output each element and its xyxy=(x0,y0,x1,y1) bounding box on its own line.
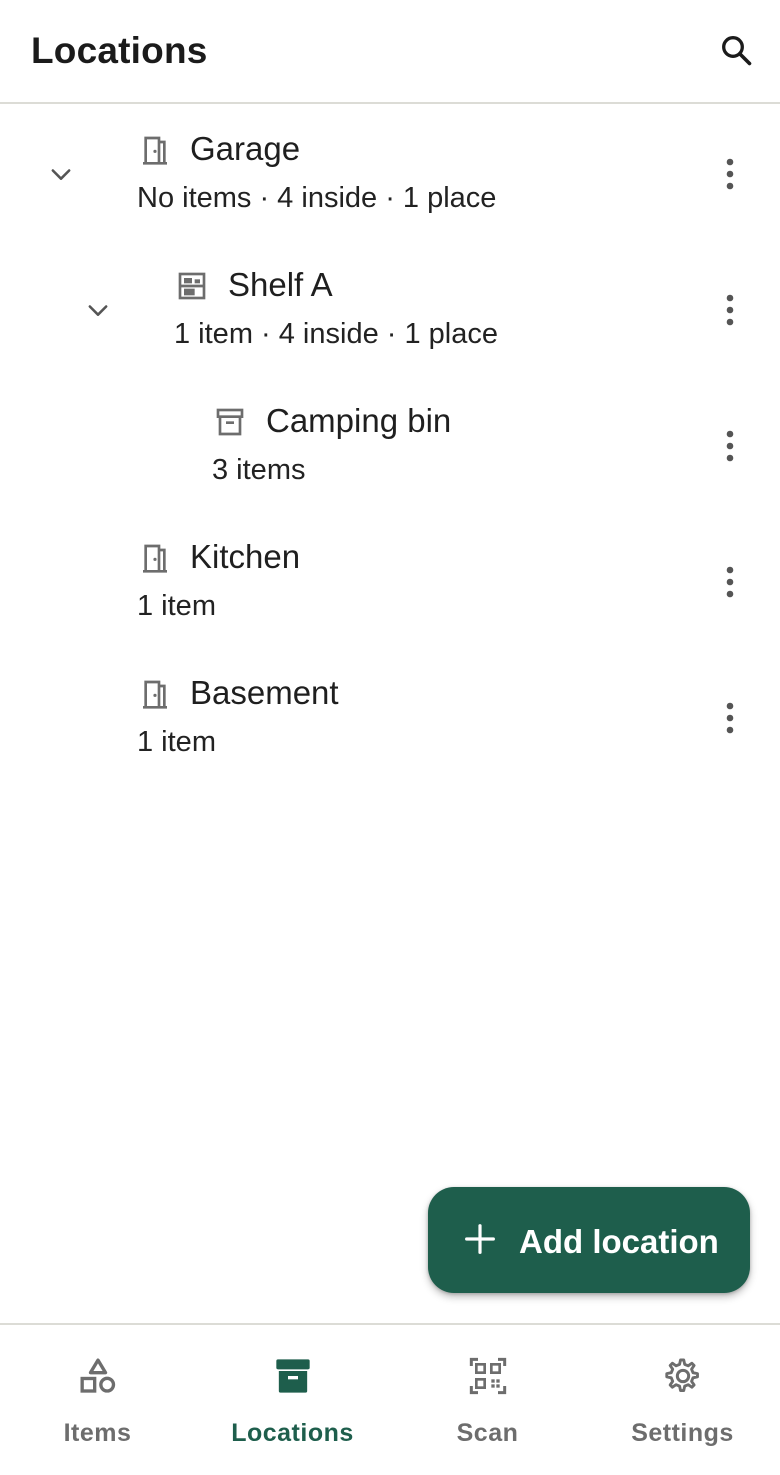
plus-icon xyxy=(465,1224,495,1254)
nav-label: Settings xyxy=(631,1419,734,1447)
search-button[interactable] xyxy=(714,28,758,72)
location-meta: 1 item · 4 inside · 1 place xyxy=(174,318,498,350)
more-vert-icon xyxy=(726,702,734,734)
location-meta: 1 item xyxy=(137,590,216,622)
top-app-bar: Locations xyxy=(0,0,780,104)
more-vert-icon xyxy=(726,430,734,462)
archive-box-icon xyxy=(213,405,247,439)
location-meta: No items · 4 inside · 1 place xyxy=(137,182,497,214)
shapes-icon xyxy=(77,1355,119,1397)
door-building-icon xyxy=(138,541,172,575)
location-name: Camping bin xyxy=(266,402,452,439)
gear-icon xyxy=(662,1355,704,1397)
nav-tab-items[interactable]: Items xyxy=(0,1325,195,1475)
nav-label: Scan xyxy=(456,1419,519,1447)
bottom-navigation: Items Locations Scan Settings xyxy=(0,1323,780,1475)
door-building-icon xyxy=(138,677,172,711)
nav-label: Locations xyxy=(231,1419,354,1447)
add-location-button[interactable]: Add location xyxy=(428,1187,750,1293)
locations-screen: Locations Garage No items · 4 inside · 1… xyxy=(0,0,780,1475)
location-meta: 1 item xyxy=(137,726,216,758)
collapse-shelf-a-button[interactable] xyxy=(78,290,118,330)
search-icon xyxy=(722,36,752,66)
location-meta: 3 items xyxy=(212,454,306,486)
tree-row-basement[interactable]: Basement 1 item xyxy=(0,650,780,786)
tree-row-garage[interactable]: Garage No items · 4 inside · 1 place xyxy=(0,106,780,242)
more-options-button[interactable] xyxy=(710,149,750,199)
more-options-button[interactable] xyxy=(710,421,750,471)
collapse-garage-button[interactable] xyxy=(41,154,81,194)
chevron-down-icon xyxy=(88,305,108,316)
more-vert-icon xyxy=(726,158,734,190)
more-options-button[interactable] xyxy=(710,693,750,743)
more-vert-icon xyxy=(726,294,734,326)
nav-tab-settings[interactable]: Settings xyxy=(585,1325,780,1475)
archive-box-icon xyxy=(272,1355,314,1397)
tree-row-shelf-a[interactable]: Shelf A 1 item · 4 inside · 1 place xyxy=(0,242,780,378)
more-options-button[interactable] xyxy=(710,557,750,607)
more-vert-icon xyxy=(726,566,734,598)
nav-tab-locations[interactable]: Locations xyxy=(195,1325,390,1475)
location-name: Shelf A xyxy=(228,266,333,303)
shelf-icon xyxy=(175,269,209,303)
nav-label: Items xyxy=(63,1419,132,1447)
location-name: Basement xyxy=(190,674,339,711)
tree-row-camping-bin[interactable]: Camping bin 3 items xyxy=(0,378,780,514)
door-building-icon xyxy=(138,133,172,167)
nav-tab-scan[interactable]: Scan xyxy=(390,1325,585,1475)
qr-code-icon xyxy=(467,1355,509,1397)
add-location-label: Add location xyxy=(519,1223,719,1260)
chevron-down-icon xyxy=(51,169,71,180)
more-options-button[interactable] xyxy=(710,285,750,335)
page-title: Locations xyxy=(31,30,208,71)
tree-row-kitchen[interactable]: Kitchen 1 item xyxy=(0,514,780,650)
location-name: Kitchen xyxy=(190,538,301,575)
location-name: Garage xyxy=(190,130,301,167)
